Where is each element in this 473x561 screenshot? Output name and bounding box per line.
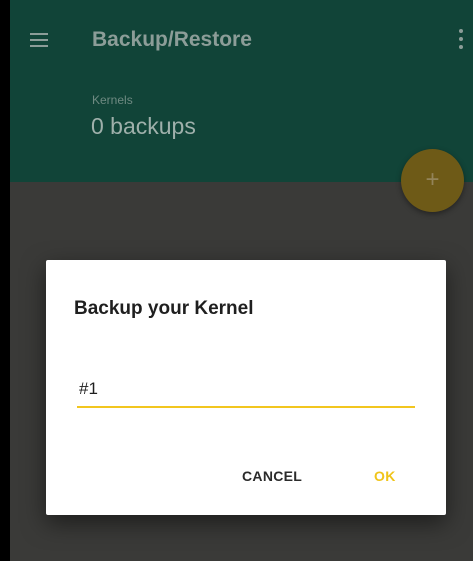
dialog-title: Backup your Kernel — [74, 298, 254, 319]
backup-name-input[interactable] — [77, 376, 415, 408]
add-backup-button[interactable]: + — [401, 149, 464, 212]
overflow-dot — [459, 29, 463, 33]
menu-bar-middle — [30, 39, 48, 41]
overflow-dot — [459, 37, 463, 41]
plus-icon: + — [425, 166, 440, 193]
screen: Backup/Restore Kernels 0 backups + Backu… — [10, 0, 473, 561]
menu-bar-bottom — [30, 45, 48, 47]
menu-bar-top — [30, 33, 48, 35]
section-label: Kernels — [92, 93, 133, 107]
app-title: Backup/Restore — [92, 28, 252, 51]
more-vert-icon[interactable] — [457, 28, 465, 50]
hamburger-menu-icon[interactable] — [30, 30, 52, 50]
app-bar: Backup/Restore Kernels 0 backups — [10, 0, 473, 182]
ok-button[interactable]: OK — [374, 468, 396, 484]
overflow-dot — [459, 45, 463, 49]
cancel-button[interactable]: CANCEL — [242, 468, 302, 484]
backup-dialog: Backup your Kernel CANCEL OK — [46, 260, 446, 515]
backup-count: 0 backups — [91, 113, 196, 139]
